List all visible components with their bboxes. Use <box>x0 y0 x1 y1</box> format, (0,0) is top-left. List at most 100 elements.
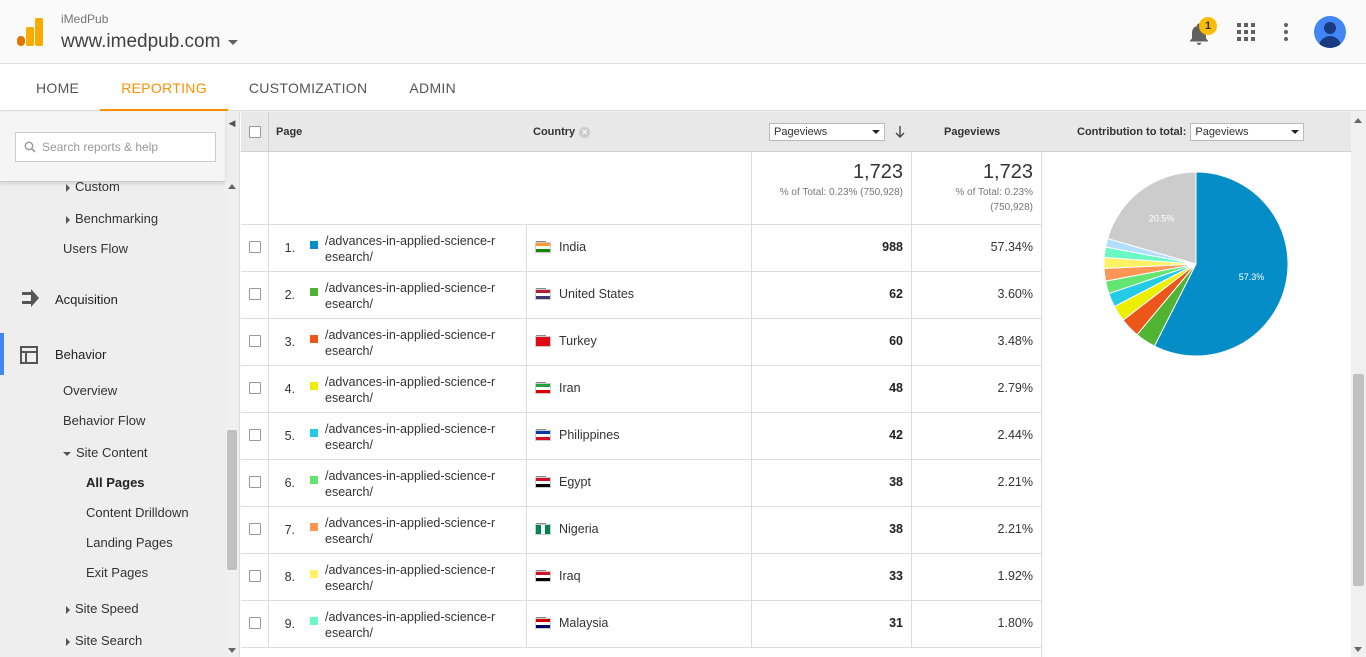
main-scrollbar[interactable] <box>1351 112 1366 657</box>
country-link[interactable]: Turkey <box>559 334 597 348</box>
sidebar-item-overview[interactable]: Overview <box>63 383 117 398</box>
search-input[interactable] <box>42 140 212 154</box>
caret-down-icon <box>228 39 239 45</box>
table-header: Page Country × Pageviews Pageviews Contr… <box>241 112 1351 152</box>
country-link[interactable]: Iran <box>559 381 581 395</box>
page-link[interactable]: /advances-in-applied-science-r esearch/ <box>325 609 509 641</box>
active-section-indicator <box>0 333 4 375</box>
sidebar-item-site-speed[interactable]: Site Speed <box>66 601 139 616</box>
sidebar-item-content-drilldown[interactable]: Content Drilldown <box>86 505 189 520</box>
analytics-logo[interactable] <box>17 18 45 46</box>
collapse-sidebar-button[interactable]: ◀ <box>226 118 238 132</box>
table-row: 6. /advances-in-applied-science-r esearch… <box>241 460 1041 507</box>
series-color-swatch <box>310 617 318 625</box>
sidebar-item-behavior-flow[interactable]: Behavior Flow <box>63 413 145 428</box>
country-link[interactable]: India <box>559 240 586 254</box>
page-cell: /advances-in-applied-science-r esearch/ <box>268 507 546 554</box>
country-link[interactable]: Egypt <box>559 475 591 489</box>
row-checkbox[interactable] <box>249 335 261 347</box>
col-header-pageviews[interactable]: Pageviews <box>944 126 1000 138</box>
country-link[interactable]: United States <box>559 287 634 301</box>
pageviews-percent: 2.21% <box>911 460 1041 507</box>
avatar[interactable] <box>1314 16 1346 48</box>
tab-customization[interactable]: CUSTOMIZATION <box>228 64 389 111</box>
sidebar-item-all-pages[interactable]: All Pages <box>86 475 145 490</box>
country-flag-icon <box>535 336 551 347</box>
main-tabs: HOME REPORTING CUSTOMIZATION ADMIN <box>0 64 1366 111</box>
country-cell: Turkey <box>526 319 751 366</box>
metric-select[interactable]: Pageviews <box>769 123 885 141</box>
page-cell: /advances-in-applied-science-r esearch/ <box>268 413 546 460</box>
page-cell: /advances-in-applied-science-r esearch/ <box>268 272 546 319</box>
sidebar-item-acquisition[interactable]: Acquisition <box>55 292 118 307</box>
country-link[interactable]: Philippines <box>559 428 619 442</box>
sidebar-item-exit-pages[interactable]: Exit Pages <box>86 565 148 580</box>
sort-desc-icon[interactable] <box>895 126 905 138</box>
country-link[interactable]: Nigeria <box>559 522 599 536</box>
page-cell: /advances-in-applied-science-r esearch/ <box>268 601 546 648</box>
tab-admin[interactable]: ADMIN <box>388 64 477 111</box>
property-name: www.imedpub.com <box>61 31 221 52</box>
table-row: 2. /advances-in-applied-science-r esearch… <box>241 272 1041 319</box>
pageviews-percent: 2.21% <box>911 507 1041 554</box>
row-checkbox[interactable] <box>249 429 261 441</box>
pageviews-percent: 3.48% <box>911 319 1041 366</box>
row-checkbox[interactable] <box>249 570 261 582</box>
notifications-button[interactable]: 1 <box>1188 17 1217 47</box>
row-checkbox[interactable] <box>249 382 261 394</box>
row-checkbox[interactable] <box>249 241 261 253</box>
country-link[interactable]: Malaysia <box>559 616 608 630</box>
sidebar-item-landing-pages[interactable]: Landing Pages <box>86 535 173 550</box>
country-flag-icon <box>535 430 551 441</box>
top-app-bar: iMedPub www.imedpub.com 1 <box>0 0 1366 64</box>
page-link[interactable]: /advances-in-applied-science-r esearch/ <box>325 233 509 265</box>
page-link[interactable]: /advances-in-applied-science-r esearch/ <box>325 374 509 406</box>
select-all-checkbox[interactable] <box>249 126 261 138</box>
sidebar: Custom Benchmarking Users Flow Acquisiti… <box>0 112 240 657</box>
country-link[interactable]: Iraq <box>559 569 581 583</box>
page-link[interactable]: /advances-in-applied-science-r esearch/ <box>325 327 509 359</box>
pie-data-label: 57.3% <box>1239 272 1265 282</box>
sidebar-item-users-flow[interactable]: Users Flow <box>63 241 128 256</box>
search-icon <box>24 141 36 153</box>
tab-reporting[interactable]: REPORTING <box>100 64 228 111</box>
contribution-select[interactable]: Pageviews <box>1190 123 1305 141</box>
main-scroll-thumb[interactable] <box>1353 374 1364 586</box>
search-box[interactable] <box>15 132 216 162</box>
property-selector[interactable]: www.imedpub.com <box>61 31 239 53</box>
total-pageviews: 1,723 % of Total: 0.23% (750,928) <box>751 152 911 225</box>
page-link[interactable]: /advances-in-applied-science-r esearch/ <box>325 421 509 453</box>
remove-dimension-icon[interactable]: × <box>579 126 591 138</box>
pageviews-value: 62 <box>751 272 911 319</box>
pageviews-value: 38 <box>751 460 911 507</box>
page-link[interactable]: /advances-in-applied-science-r esearch/ <box>325 515 509 547</box>
row-checkbox[interactable] <box>249 523 261 535</box>
col-header-page[interactable]: Page <box>276 126 302 138</box>
pageviews-value: 38 <box>751 507 911 554</box>
row-checkbox[interactable] <box>249 617 261 629</box>
sidebar-scrollbar[interactable] <box>226 182 238 657</box>
row-checkbox[interactable] <box>249 476 261 488</box>
table-row: 8. /advances-in-applied-science-r esearch… <box>241 554 1041 601</box>
row-checkbox[interactable] <box>249 288 261 300</box>
country-flag-icon <box>535 524 551 535</box>
sidebar-item-site-content[interactable]: Site Content <box>63 445 148 460</box>
page-cell: /advances-in-applied-science-r esearch/ <box>268 460 546 507</box>
page-link[interactable]: /advances-in-applied-science-r esearch/ <box>325 280 509 312</box>
sidebar-scroll-thumb[interactable] <box>227 430 237 570</box>
page-link[interactable]: /advances-in-applied-science-r esearch/ <box>325 562 509 594</box>
sidebar-item-site-search[interactable]: Site Search <box>66 633 142 648</box>
country-cell: Iran <box>526 366 751 413</box>
country-cell: Iraq <box>526 554 751 601</box>
sidebar-item-benchmarking[interactable]: Benchmarking <box>66 211 158 226</box>
country-cell: India <box>526 225 751 272</box>
page-link[interactable]: /advances-in-applied-science-r esearch/ <box>325 468 509 500</box>
col-header-country[interactable]: Country <box>533 126 575 138</box>
tab-home[interactable]: HOME <box>15 64 100 111</box>
apps-grid-icon[interactable] <box>1234 20 1258 44</box>
pie-svg: 57.3% 20.5% <box>1103 171 1289 357</box>
sidebar-item-behavior[interactable]: Behavior <box>55 347 106 362</box>
pageviews-value: 60 <box>751 319 911 366</box>
series-color-swatch <box>310 288 318 296</box>
more-vert-icon[interactable] <box>1274 20 1298 44</box>
